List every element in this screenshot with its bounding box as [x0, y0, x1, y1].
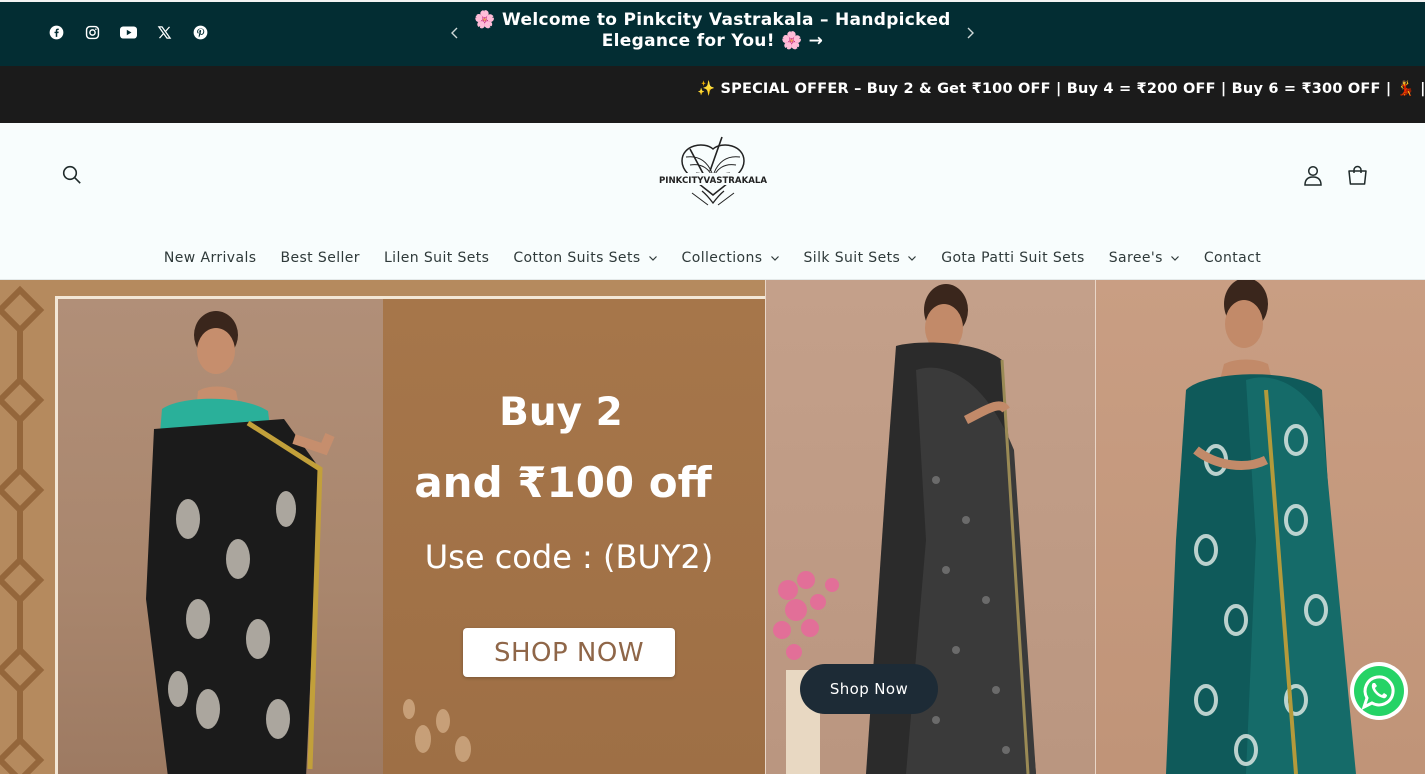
nav-item-label: Best Seller: [280, 250, 360, 266]
announcement-prev-button[interactable]: [443, 21, 467, 45]
main-nav: New Arrivals Best Seller Lilen Suit Sets Co…: [0, 247, 1425, 269]
announcement-next-button[interactable]: [958, 21, 982, 45]
promo-shop-now-button[interactable]: SHOP NOW: [463, 628, 675, 677]
model-photo-black-saree: [58, 299, 383, 774]
site-header: PINKCITYVASTRAKALA New Arrivals Best Sell…: [0, 123, 1425, 280]
chevron-down-icon: [648, 256, 657, 261]
chevron-right-icon: [967, 27, 974, 39]
account-button[interactable]: [1300, 162, 1326, 188]
announcement-message[interactable]: 🌸 Welcome to Pinkcity Vastrakala – Handp…: [470, 10, 955, 52]
nav-item-contact[interactable]: Contact: [1192, 247, 1273, 269]
nav-item-new-arrivals[interactable]: New Arrivals: [152, 247, 269, 269]
chevron-down-icon: [770, 256, 779, 261]
nav-item-saree-s[interactable]: Saree's: [1097, 247, 1192, 269]
chevron-down-icon: [908, 256, 917, 261]
chevron-left-icon: [451, 27, 458, 39]
account-icon: [1304, 165, 1322, 186]
whatsapp-button[interactable]: [1348, 660, 1410, 722]
facebook-icon[interactable]: [46, 22, 66, 42]
nav-item-label: New Arrivals: [163, 250, 257, 266]
promo-code-line: Use code : (BUY2): [424, 538, 714, 576]
nav-item-label: Saree's: [1108, 250, 1163, 266]
nav-item-label: Cotton Suits Sets: [513, 250, 641, 266]
top-divider: [0, 0, 1425, 2]
search-button[interactable]: [59, 162, 85, 188]
promo-copy-area: [383, 299, 765, 774]
instagram-icon[interactable]: [82, 22, 102, 42]
x-icon[interactable]: [154, 22, 174, 42]
nav-item-label: Lilen Suit Sets: [383, 250, 490, 266]
promo-headline-2: and ₹100 off: [414, 458, 712, 507]
announcement-bar: 🌸 Welcome to Pinkcity Vastrakala – Handp…: [0, 0, 1425, 66]
nav-item-label: Gota Patti Suit Sets: [941, 250, 1085, 266]
marquee-text: ✨ SPECIAL OFFER – Buy 2 & Get ₹100 OFF |…: [697, 81, 1425, 97]
nav-item-label: Collections: [681, 250, 763, 266]
nav-item-gota-patti-suit-sets[interactable]: Gota Patti Suit Sets: [929, 247, 1097, 269]
nav-item-label: Contact: [1203, 250, 1262, 266]
search-icon: [62, 165, 81, 184]
yarn-heart-logo-icon: PINKCITYVASTRAKALA: [658, 136, 768, 206]
social-links: [46, 22, 210, 42]
cart-icon: [1347, 165, 1367, 185]
whatsapp-icon: [1350, 662, 1408, 720]
promo-headline-1: Buy 2: [499, 390, 623, 435]
shop-now-button[interactable]: Shop Now: [800, 664, 938, 714]
pinterest-icon[interactable]: [190, 22, 210, 42]
site-logo[interactable]: PINKCITYVASTRAKALA: [652, 133, 774, 215]
hero-banner: Buy 2 and ₹100 off Use code : (BUY2) SHO…: [0, 280, 1425, 774]
nav-item-cotton-suits-sets[interactable]: Cotton Suits Sets: [501, 247, 669, 269]
nav-item-best-seller[interactable]: Best Seller: [268, 247, 372, 269]
nav-item-lilen-suit-sets[interactable]: Lilen Suit Sets: [372, 247, 501, 269]
offer-marquee: ✨ SPECIAL OFFER – Buy 2 & Get ₹100 OFF |…: [0, 66, 1425, 123]
youtube-icon[interactable]: [118, 22, 138, 42]
chevron-down-icon: [1170, 256, 1179, 261]
nav-item-silk-suit-sets[interactable]: Silk Suit Sets: [792, 247, 930, 269]
promo-panel: Buy 2 and ₹100 off Use code : (BUY2) SHO…: [0, 280, 767, 774]
nav-item-label: Silk Suit Sets: [803, 250, 901, 266]
logo-text: PINKCITYVASTRAKALA: [659, 176, 767, 186]
cart-button[interactable]: [1344, 162, 1370, 188]
nav-item-collections[interactable]: Collections: [670, 247, 792, 269]
